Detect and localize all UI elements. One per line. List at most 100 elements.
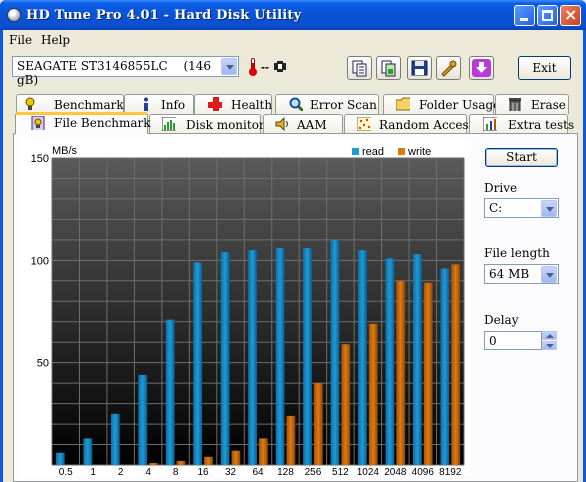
- x-tick-label: 512: [332, 467, 349, 476]
- drive-name: SEAGATE ST3146855LC: [17, 59, 168, 73]
- bar-read: [193, 262, 203, 465]
- floppy-disk-icon: [411, 60, 428, 76]
- bar-write: [286, 415, 296, 465]
- file-benchmark-icon: [31, 116, 45, 130]
- title-bar[interactable]: HD Tune Pro 4.01 - Hard Disk Utility ×: [0, 0, 586, 30]
- delay-spinner[interactable]: [542, 331, 557, 350]
- menu-help[interactable]: Help: [41, 33, 70, 47]
- benchmark-icon: [25, 97, 35, 110]
- y-tick-label: 50: [37, 358, 49, 370]
- tab-disk-monitor[interactable]: Disk monitor: [149, 114, 265, 134]
- tab-folder-usage[interactable]: Folder Usage: [383, 94, 500, 114]
- legend-label-write: write: [407, 146, 431, 158]
- tab-extra-tests[interactable]: Extra tests: [469, 114, 574, 134]
- chevron-down-icon[interactable]: [221, 58, 237, 75]
- bar-read: [55, 452, 65, 465]
- legend-label-read: read: [362, 146, 384, 158]
- bar-read: [413, 254, 422, 465]
- x-tick-label: 32: [225, 467, 237, 476]
- copy-text-button[interactable]: [347, 56, 372, 80]
- bar-read: [138, 374, 148, 465]
- bar-read: [358, 250, 367, 465]
- magnifier-icon: [289, 97, 303, 111]
- close-button[interactable]: ×: [560, 5, 581, 26]
- bar-read: [83, 438, 93, 465]
- tab-health[interactable]: Health: [194, 94, 272, 114]
- benchmark-chart: 150 100 50 MB/s 0.5 1 2 4 8 16 32 64 128 256 512 1024 20…: [19, 139, 471, 476]
- exit-button[interactable]: Exit: [518, 56, 571, 80]
- download-button[interactable]: [469, 56, 494, 80]
- window-title: HD Tune Pro 4.01 - Hard Disk Utility: [26, 8, 302, 23]
- minimize-button[interactable]: [514, 5, 535, 26]
- bar-write: [341, 344, 351, 465]
- bar-write: [204, 456, 213, 465]
- save-button[interactable]: [407, 56, 432, 80]
- y-tick-label: 150: [31, 153, 49, 165]
- drive-select[interactable]: C:: [484, 198, 559, 218]
- maximize-button[interactable]: [537, 5, 558, 26]
- folder-icon: [396, 97, 410, 111]
- x-tick-label: 4096: [412, 467, 435, 476]
- file-length-label: File length: [484, 246, 550, 260]
- client-area: File Help SEAGATE ST3146855LC (146 gB) -…: [3, 30, 583, 482]
- chart-svg: 150 100 50 MB/s 0.5 1 2 4 8 16 32 64 128 256 512 1024 20…: [31, 145, 465, 476]
- bar-write: [313, 383, 323, 465]
- chevron-down-icon[interactable]: [541, 266, 557, 283]
- trash-icon: [509, 98, 521, 111]
- drive-label: Drive: [484, 181, 518, 195]
- file-length-select[interactable]: 64 MB: [484, 264, 559, 284]
- speaker-icon: [275, 117, 288, 131]
- bar-write: [368, 323, 378, 465]
- spin-up-icon[interactable]: [542, 331, 557, 340]
- application-window: HD Tune Pro 4.01 - Hard Disk Utility × F…: [0, 0, 586, 482]
- tab-erase[interactable]: Erase: [495, 94, 569, 114]
- x-tick-label: 4: [145, 467, 151, 476]
- tab-error-scan[interactable]: Error Scan: [275, 94, 379, 114]
- drive-dropdown[interactable]: SEAGATE ST3146855LC (146 gB): [12, 56, 239, 87]
- start-button[interactable]: Start: [485, 148, 558, 167]
- x-tick-label: 1024: [357, 467, 380, 476]
- bar-write: [149, 462, 158, 465]
- options-button[interactable]: [436, 56, 461, 80]
- bar-read: [275, 248, 285, 465]
- menu-file[interactable]: File: [9, 33, 32, 47]
- info-icon: [144, 97, 148, 111]
- bar-read: [440, 268, 450, 465]
- file-length-value: 64 MB: [489, 267, 530, 281]
- bar-read: [385, 258, 395, 465]
- bar-write: [396, 280, 406, 465]
- x-tick-label: 0.5: [59, 467, 73, 476]
- bar-read: [110, 413, 120, 465]
- delay-label: Delay: [484, 313, 519, 327]
- random-access-icon: [357, 117, 371, 131]
- bar-read: [165, 319, 175, 465]
- bar-read: [330, 239, 340, 465]
- bar-read: [303, 248, 312, 465]
- tab-benchmark[interactable]: Benchmark: [16, 94, 124, 114]
- temperature-value: --: [261, 60, 269, 74]
- health-status-icon: [274, 61, 286, 72]
- copy-text-icon: [352, 60, 367, 77]
- bar-write: [451, 264, 461, 465]
- copy-screenshot-button[interactable]: [376, 56, 401, 80]
- x-tick-label: 2: [118, 467, 124, 476]
- x-tick-label: 64: [252, 467, 264, 476]
- delay-input[interactable]: 0: [484, 331, 542, 350]
- thermometer-icon: [249, 58, 257, 76]
- legend-swatch-write: [398, 148, 405, 155]
- bar-read: [220, 252, 230, 465]
- tab-file-benchmark[interactable]: File Benchmark: [15, 112, 151, 134]
- chevron-down-icon[interactable]: [541, 200, 557, 217]
- tab-info[interactable]: Info: [124, 94, 194, 114]
- tab-random-access[interactable]: Random Access: [344, 114, 475, 134]
- maximize-icon: [542, 10, 553, 21]
- x-tick-label: 8: [173, 467, 179, 476]
- x-tick-label: 1: [90, 467, 96, 476]
- download-arrow-icon: [472, 59, 491, 77]
- copy-screenshot-icon: [381, 60, 396, 77]
- disk-monitor-icon: [162, 117, 176, 131]
- tab-aam[interactable]: AAM: [263, 114, 343, 134]
- y-axis-label: MB/s: [52, 145, 78, 157]
- health-cross-icon: [208, 97, 222, 111]
- spin-down-icon[interactable]: [542, 341, 557, 350]
